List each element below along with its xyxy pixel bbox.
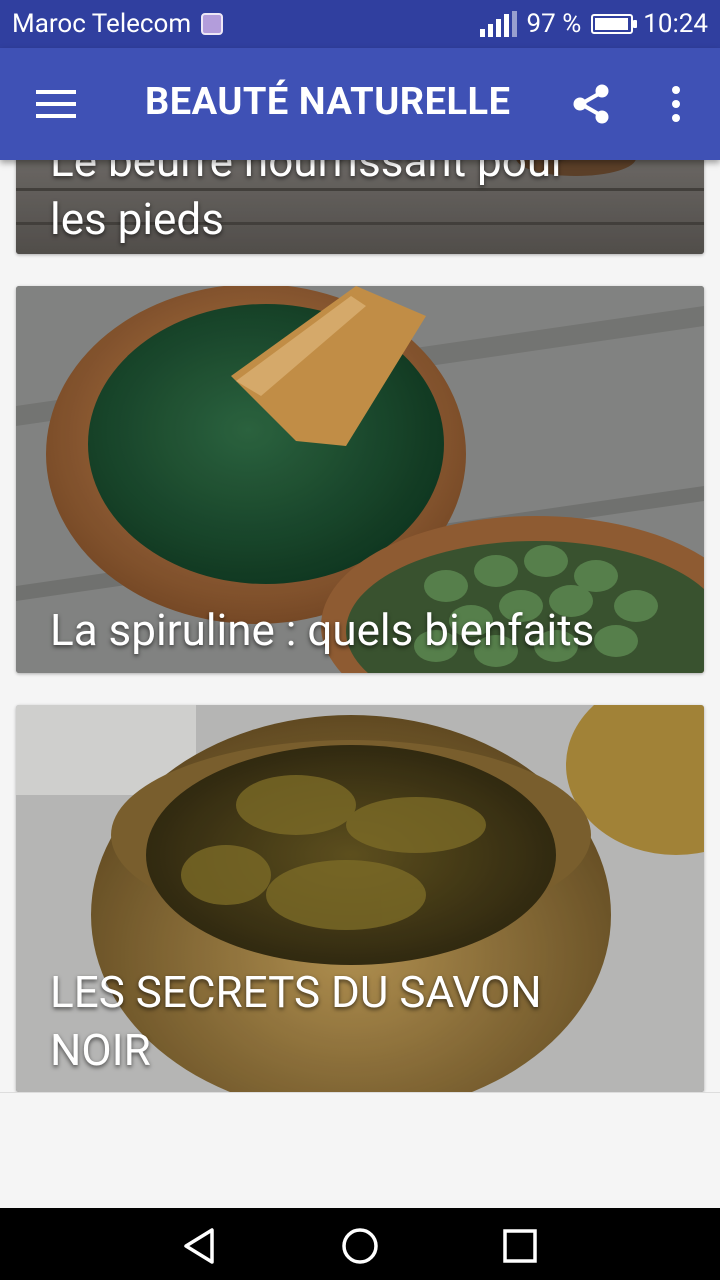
signal-icon bbox=[479, 11, 517, 37]
notification-icon bbox=[201, 13, 224, 35]
carrier: Maroc Telecom bbox=[12, 9, 224, 39]
app-bar: BEAUTÉ NATURELLE bbox=[0, 48, 720, 160]
system-nav-bar bbox=[0, 1208, 720, 1280]
article-title-line: les pieds bbox=[50, 193, 224, 245]
article-card-black-soap[interactable]: LES SECRETS DU SAVON NOIR bbox=[16, 705, 704, 1092]
article-card-spirulina[interactable]: La spiruline : quels bienfaits bbox=[16, 286, 704, 673]
recents-icon[interactable] bbox=[500, 1226, 540, 1266]
home-icon[interactable] bbox=[340, 1226, 380, 1266]
carrier-name: Maroc Telecom bbox=[12, 9, 192, 39]
menu-icon[interactable] bbox=[36, 84, 76, 124]
article-title: La spiruline : quels bienfaits bbox=[50, 604, 595, 656]
share-icon[interactable] bbox=[568, 80, 616, 128]
status-right: 97 % 10:24 bbox=[479, 0, 708, 48]
more-vert-icon[interactable] bbox=[664, 84, 688, 124]
battery-percent: 97 % bbox=[526, 9, 582, 39]
list-end-space bbox=[0, 1092, 720, 1209]
article-title: LES SECRETS DU SAVON NOIR bbox=[50, 963, 684, 1079]
article-title-line: LES SECRETS DU SAVON bbox=[50, 966, 542, 1018]
app-title: BEAUTÉ NATURELLE bbox=[145, 80, 511, 124]
battery-icon bbox=[591, 14, 638, 34]
back-icon[interactable] bbox=[180, 1226, 220, 1266]
clock: 10:24 bbox=[643, 9, 708, 39]
status-bar: Maroc Telecom 97 % 10:24 bbox=[0, 0, 720, 48]
article-title-line: NOIR bbox=[50, 1024, 151, 1076]
